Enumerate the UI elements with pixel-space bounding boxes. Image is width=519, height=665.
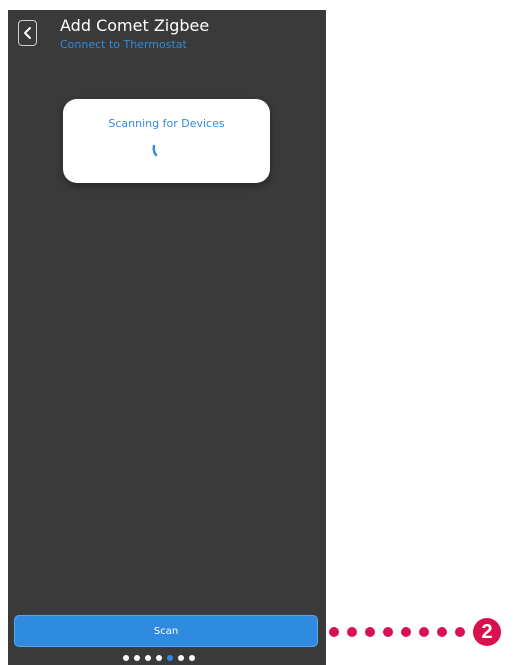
callout-dot <box>329 627 339 637</box>
chevron-left-icon <box>23 27 31 39</box>
app-screen: Add Comet Zigbee Connect to Thermostat S… <box>8 10 326 665</box>
page-dot <box>178 655 184 661</box>
callout-dot <box>455 627 465 637</box>
callout-dot <box>365 627 375 637</box>
scan-button[interactable]: Scan <box>14 615 318 647</box>
callout-dot <box>401 627 411 637</box>
callout-badge: 2 <box>473 618 501 646</box>
page-dot-active <box>167 655 173 661</box>
scanning-label: Scanning for Devices <box>108 117 225 130</box>
page-subtitle: Connect to Thermostat <box>60 38 187 51</box>
page-dot <box>134 655 140 661</box>
callout-annotation: 2 <box>329 618 501 646</box>
page-dot <box>145 655 151 661</box>
page-dot <box>156 655 162 661</box>
loading-spinner-icon <box>152 145 158 157</box>
page-dot <box>123 655 129 661</box>
scanning-dialog: Scanning for Devices <box>63 99 270 183</box>
callout-dot <box>437 627 447 637</box>
callout-dot <box>419 627 429 637</box>
back-button[interactable] <box>18 20 37 46</box>
page-title: Add Comet Zigbee <box>60 16 210 35</box>
callout-dot <box>347 627 357 637</box>
page-dot <box>189 655 195 661</box>
page-indicator <box>123 655 195 661</box>
callout-dot <box>383 627 393 637</box>
